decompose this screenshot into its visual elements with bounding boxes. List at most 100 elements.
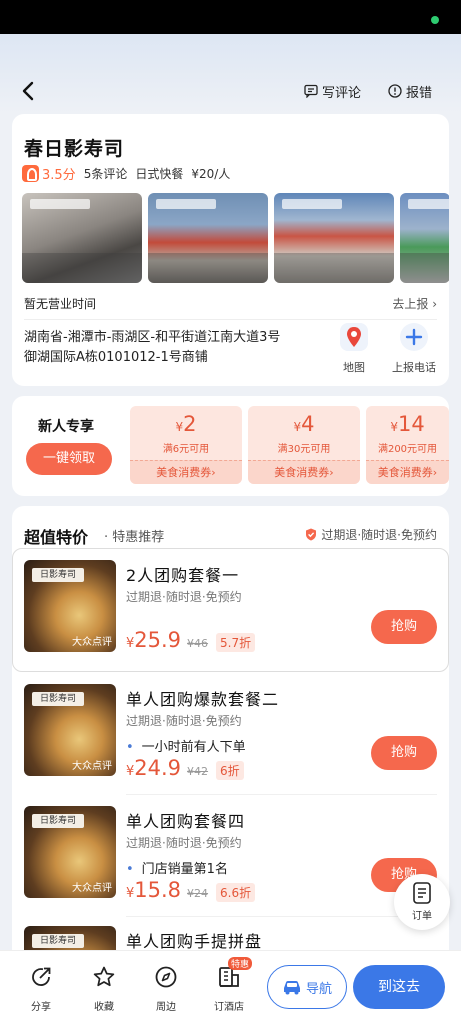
deal-image: 日影寿司 大众点评 bbox=[24, 560, 116, 652]
status-bar bbox=[0, 0, 461, 34]
price-original: ¥46 bbox=[187, 637, 209, 650]
deals-subheading: · 特惠推荐 bbox=[104, 530, 165, 545]
report-phone-button[interactable]: 上报电话 bbox=[386, 322, 442, 375]
deal-item[interactable]: 日影寿司 大众点评 2人团购套餐一 过期退·随时退·免预约 ¥ 25.9 ¥46… bbox=[12, 560, 449, 670]
deal-tag: 一小时前有人下单 bbox=[126, 736, 246, 755]
coupon-value: 14 bbox=[397, 412, 425, 436]
back-button[interactable] bbox=[18, 80, 40, 102]
share-button[interactable]: 分享 bbox=[16, 965, 66, 1013]
deal-image-logo: 日影寿司 bbox=[32, 814, 84, 828]
nearby-label: 周边 bbox=[156, 1002, 176, 1013]
report-phone-label: 上报电话 bbox=[392, 361, 436, 374]
coupon-amount: ¥2 bbox=[130, 412, 242, 436]
write-review-button[interactable]: 写评论 bbox=[304, 80, 361, 102]
review-count[interactable]: 5条评论 bbox=[84, 165, 128, 182]
deal-image-logo: 日影寿司 bbox=[32, 568, 84, 582]
deals-guarantee: 过期退·随时退·免预约 bbox=[305, 526, 437, 543]
hotel-label: 订酒店 bbox=[214, 1002, 244, 1013]
bottom-action-bar: 分享 收藏 周边 订酒店 特惠 导航 到这去 bbox=[0, 950, 461, 1024]
favorite-button[interactable]: 收藏 bbox=[79, 965, 129, 1013]
shop-name: 春日影寿司 bbox=[24, 138, 125, 160]
shop-photo-strip[interactable] bbox=[22, 193, 449, 283]
shop-category: 日式快餐 bbox=[135, 166, 184, 181]
deal-item[interactable]: 日影寿司 大众点评 单人团购爆款套餐二 过期退·随时退·免预约 一小时前有人下单… bbox=[12, 684, 449, 794]
price-currency: ¥ bbox=[126, 636, 135, 651]
favorite-label: 收藏 bbox=[94, 1002, 114, 1013]
coupon-type: 美食消费券› bbox=[366, 460, 449, 484]
coupon[interactable]: ¥14 满200元可用 美食消费券› bbox=[366, 406, 449, 484]
buy-button[interactable]: 抢购 bbox=[371, 736, 437, 770]
divider bbox=[126, 794, 437, 795]
chevron-left-icon bbox=[22, 81, 34, 101]
share-label: 分享 bbox=[31, 1002, 51, 1013]
deal-image: 日影寿司 大众点评 bbox=[24, 684, 116, 776]
shop-meta-row: 3.5分 5条评论 日式快餐 ¥20/人 bbox=[22, 164, 230, 183]
order-list-icon bbox=[413, 882, 431, 904]
shop-address[interactable]: 湖南省-湘潭市-雨湖区-和平街道江南大道3号 御湖国际A栋0101012-1号商… bbox=[24, 328, 314, 368]
deals-card: 超值特价 · 特惠推荐 过期退·随时退·免预约 日影寿司 大众点评 2人团购套餐… bbox=[12, 506, 449, 966]
coupon-type: 美食消费券› bbox=[248, 460, 360, 484]
share-icon bbox=[32, 967, 51, 986]
shop-photo[interactable] bbox=[22, 193, 142, 283]
address-line-1: 湖南省-湘潭市-雨湖区-和平街道江南大道3号 bbox=[24, 330, 281, 345]
go-there-button[interactable]: 到这去 bbox=[353, 965, 445, 1009]
shop-photo[interactable] bbox=[400, 193, 449, 283]
shop-info-card: 春日影寿司 3.5分 5条评论 日式快餐 ¥20/人 暂无营业时间 去上报 › … bbox=[12, 114, 449, 386]
navigate-label: 导航 bbox=[305, 981, 332, 997]
shop-photo[interactable] bbox=[274, 193, 394, 283]
deal-image-watermark: 大众点评 bbox=[72, 883, 112, 894]
deal-title: 单人团购爆款套餐二 bbox=[126, 690, 280, 709]
deal-terms: 过期退·随时退·免预约 bbox=[126, 714, 242, 728]
coupon-amount: ¥4 bbox=[248, 412, 360, 436]
deal-price: ¥ 24.9 ¥42 6折 bbox=[126, 756, 244, 780]
price-original: ¥24 bbox=[187, 887, 209, 900]
price-original: ¥42 bbox=[187, 765, 209, 778]
buy-button[interactable]: 抢购 bbox=[371, 610, 437, 644]
shield-check-icon bbox=[306, 528, 317, 541]
discount-badge: 6折 bbox=[216, 761, 244, 780]
price-now: 24.9 bbox=[134, 756, 182, 780]
claim-all-button[interactable]: 一键领取 bbox=[26, 443, 112, 475]
deal-item[interactable]: 日影寿司 大众点评 单人团购套餐四 过期退·随时退·免预约 门店销量第1名 ¥ … bbox=[12, 806, 449, 916]
price-now: 25.9 bbox=[134, 628, 182, 652]
shop-photo[interactable] bbox=[148, 193, 268, 283]
coupon-amount: ¥14 bbox=[366, 412, 449, 436]
new-user-promo-card: 新人专享 一键领取 ¥2 满6元可用 美食消费券› ¥4 满30元可用 美食消费… bbox=[12, 396, 449, 496]
plus-icon bbox=[400, 323, 428, 351]
coupon-currency: ¥ bbox=[390, 420, 398, 434]
deals-heading: 超值特价 bbox=[24, 528, 89, 547]
report-hours-link[interactable]: 去上报 › bbox=[392, 295, 437, 312]
report-error-button[interactable]: 报错 bbox=[388, 80, 432, 102]
coupon[interactable]: ¥2 满6元可用 美食消费券› bbox=[130, 406, 242, 484]
order-label: 订单 bbox=[412, 911, 432, 922]
promo-title: 新人专享 bbox=[38, 419, 94, 435]
business-hours: 暂无营业时间 bbox=[24, 297, 97, 311]
discount-badge: 5.7折 bbox=[216, 633, 256, 652]
deal-image-logo: 日影寿司 bbox=[32, 692, 84, 706]
navigate-button[interactable]: 导航 bbox=[267, 965, 347, 1009]
coupon-condition: 满6元可用 bbox=[162, 444, 210, 455]
nearby-button[interactable]: 周边 bbox=[141, 965, 191, 1013]
coupon[interactable]: ¥4 满30元可用 美食消费券› bbox=[248, 406, 360, 484]
deal-image-watermark: 大众点评 bbox=[72, 637, 112, 648]
map-button[interactable]: 地图 bbox=[326, 322, 382, 375]
coupon-value: 2 bbox=[183, 412, 197, 436]
price-now: 15.8 bbox=[134, 878, 182, 902]
deal-price: ¥ 25.9 ¥46 5.7折 bbox=[126, 628, 256, 652]
deal-terms: 过期退·随时退·免预约 bbox=[126, 836, 242, 850]
book-hotel-button[interactable]: 订酒店 bbox=[204, 965, 254, 1013]
deal-terms: 过期退·随时退·免预约 bbox=[126, 590, 242, 604]
deal-image-logo: 日影寿司 bbox=[32, 934, 84, 948]
shop-score: 3.5分 bbox=[42, 167, 76, 183]
price-currency: ¥ bbox=[126, 764, 135, 779]
compass-icon bbox=[155, 966, 177, 988]
deal-tag: 门店销量第1名 bbox=[126, 858, 228, 877]
report-error-label: 报错 bbox=[406, 85, 433, 101]
star-icon bbox=[93, 966, 115, 987]
coupon-currency: ¥ bbox=[175, 420, 184, 434]
order-fab[interactable]: 订单 bbox=[394, 874, 450, 930]
deal-image: 日影寿司 大众点评 bbox=[24, 806, 116, 898]
status-indicator-dot bbox=[431, 16, 439, 24]
coupon-condition: 满30元可用 bbox=[277, 444, 331, 455]
deal-title: 2人团购套餐一 bbox=[126, 566, 240, 585]
